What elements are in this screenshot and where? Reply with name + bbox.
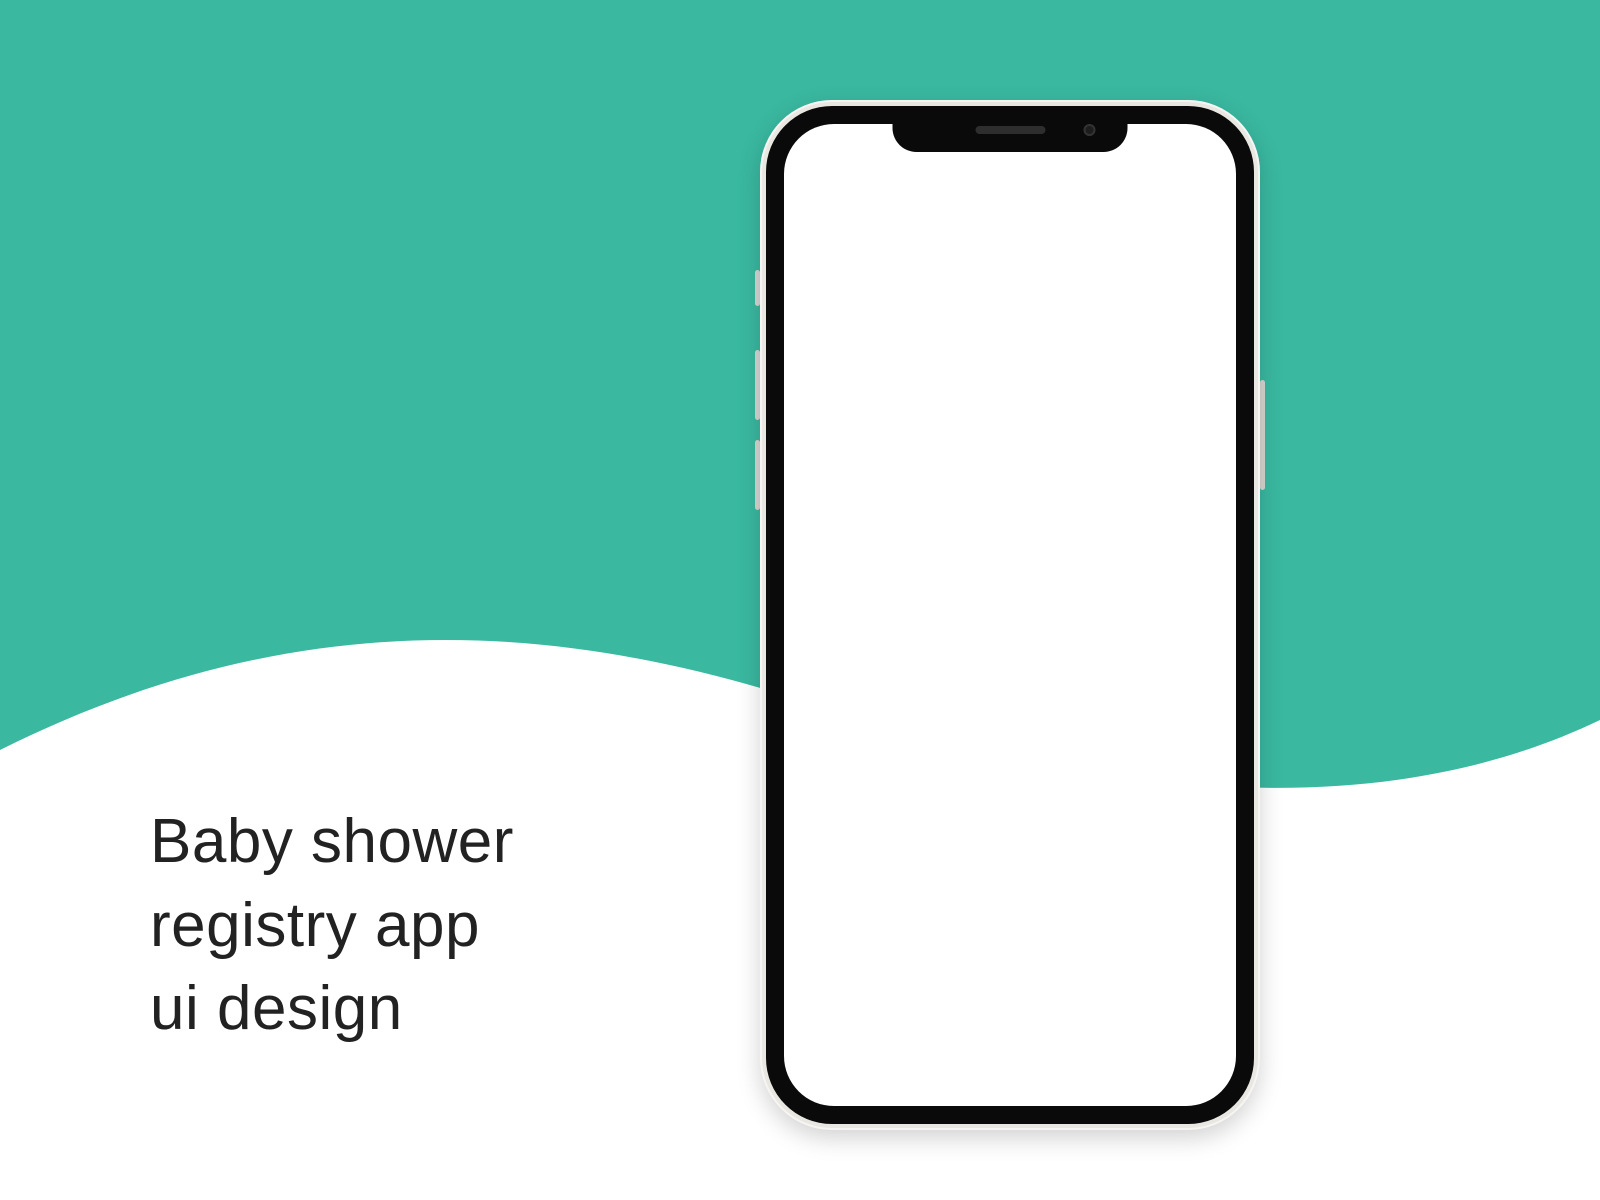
slide-title: Baby shower registry app ui design	[150, 800, 514, 1051]
title-line-1: Baby shower	[150, 800, 514, 884]
phone-screen	[784, 124, 1236, 1106]
phone-mockup	[760, 100, 1260, 1130]
title-line-3: ui design	[150, 967, 514, 1051]
phone-notch	[893, 106, 1128, 152]
phone-power-button	[1260, 380, 1265, 490]
speaker-icon	[975, 126, 1045, 134]
camera-icon	[1084, 124, 1096, 136]
title-line-2: registry app	[150, 884, 514, 968]
promo-slide: Baby shower registry app ui design	[0, 0, 1600, 1200]
